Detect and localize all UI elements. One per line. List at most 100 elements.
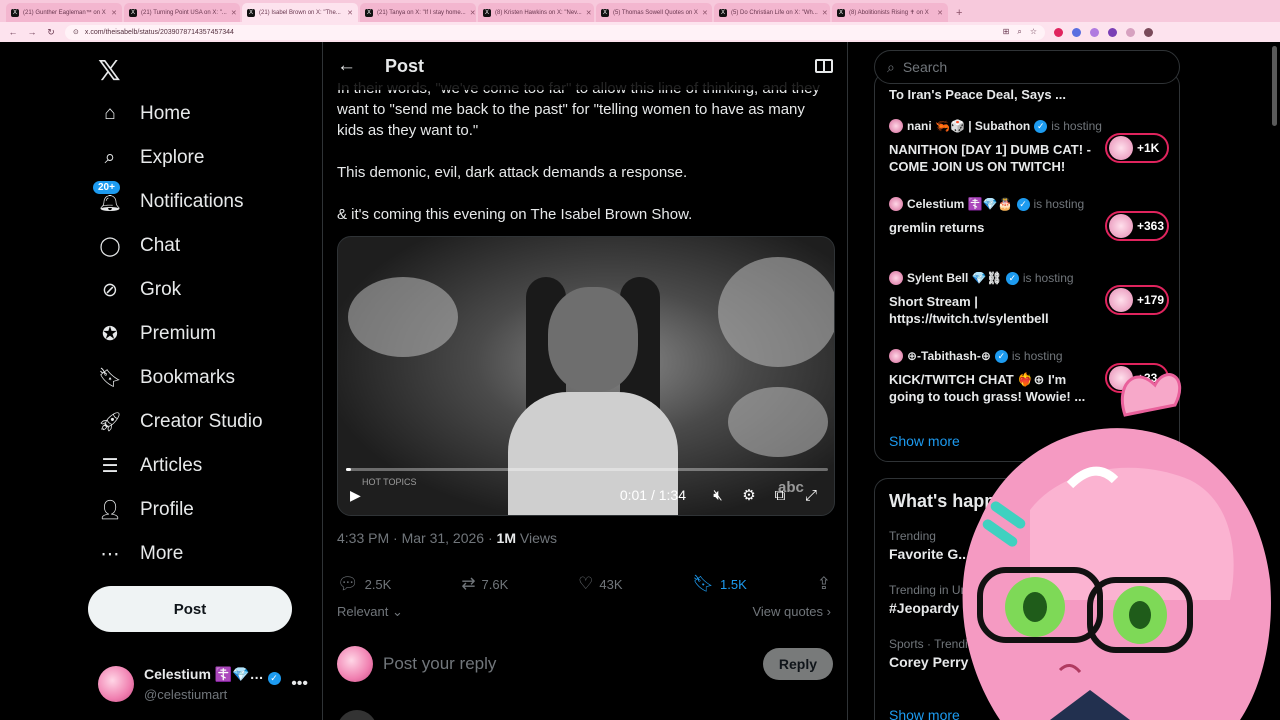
nav-item-bookmarks[interactable]: 🔖︎ Bookmarks	[98, 358, 235, 398]
repost-button[interactable]: ⇄ 7.6K	[461, 574, 508, 594]
play-icon[interactable]: ▶	[350, 487, 361, 504]
extension-icon[interactable]	[1072, 27, 1081, 37]
live-host-item[interactable]: Sylent Bell 💎⛓ ✓ is hosting Short Stream | …	[889, 271, 1169, 327]
x-logo-icon[interactable]: 𝕏	[98, 54, 121, 87]
close-tab-icon[interactable]: ✕	[470, 9, 476, 17]
install-icon[interactable]: ⊞	[1003, 27, 1010, 37]
reload-icon[interactable]: ↻	[46, 27, 56, 38]
reply-submit-button[interactable]: Reply	[762, 648, 833, 680]
close-tab-icon[interactable]: ✕	[822, 9, 828, 17]
extension-icon[interactable]	[1054, 27, 1063, 37]
listener-count-pill[interactable]: +363	[1105, 211, 1169, 241]
avatar	[1109, 136, 1133, 160]
x-favicon-icon: X	[365, 8, 373, 17]
browser-tab[interactable]: X (21) Gunther Eagleman™ on X ✕	[6, 3, 122, 22]
browser-tab[interactable]: X (5) Thomas Sowell Quotes on X ✕	[596, 3, 712, 22]
reply-button[interactable]: 💬︎ 2.5K	[337, 574, 391, 594]
search-input[interactable]: ⌕ Search	[874, 50, 1180, 84]
nav-item-more[interactable]: ⋯ More	[98, 534, 184, 574]
close-tab-icon[interactable]: ✕	[586, 9, 592, 17]
host-name: Sylent Bell 💎⛓	[907, 271, 1002, 285]
nav-item-explore[interactable]: ⌕ Explore	[98, 138, 205, 178]
browser-tab[interactable]: X (21) Turning Point USA on X: "... ✕	[124, 3, 240, 22]
extension-icon[interactable]	[1126, 27, 1135, 37]
extension-icon[interactable]	[1108, 27, 1117, 37]
search-placeholder: Search	[902, 59, 948, 75]
hosting-status: is hosting	[1051, 119, 1102, 133]
close-tab-icon[interactable]: ✕	[231, 9, 237, 17]
page-scrollbar[interactable]	[1272, 46, 1277, 126]
listener-count-pill[interactable]: +1K	[1105, 133, 1169, 163]
browser-toolbar: ← → ↻ ⊙ x.com/theisabelb/status/20390787…	[0, 22, 1280, 42]
verified-badge-icon: ✓	[1005, 271, 1019, 285]
browser-tab[interactable]: X (5) Do Christian Life on X: "Wh... ✕	[714, 3, 830, 22]
nav-item-label: Profile	[140, 499, 194, 520]
share-button[interactable]: ⇪	[817, 574, 831, 594]
like-button[interactable]: ♡ 43K	[578, 574, 622, 594]
reply-input[interactable]: Post your reply	[383, 654, 496, 674]
reader-mode-icon[interactable]	[815, 59, 833, 73]
reply-sort-row: Relevant ⌄ View quotes ›	[337, 604, 831, 620]
nav-item-label: Grok	[140, 279, 182, 300]
x-favicon-icon: X	[11, 8, 19, 17]
partial-headline[interactable]: To Iran's Peace Deal, Says ...	[889, 87, 1066, 102]
nav-item-chat[interactable]: ◯ Chat	[98, 226, 180, 266]
account-name: Celestium ☦️💎…	[144, 666, 264, 682]
post-button[interactable]: Post	[88, 586, 292, 632]
nav-item-home[interactable]: ⌂ Home	[98, 94, 190, 134]
account-switcher[interactable]: Celestium ☦️💎… ✓ @celestiumart •••	[98, 662, 308, 706]
zoom-icon[interactable]: ⌕	[1017, 27, 1021, 37]
nav-item-profile[interactable]: 👤︎ Profile	[98, 490, 194, 530]
nav-item-label: Notifications	[140, 191, 244, 212]
nav-item-articles[interactable]: ☰ Articles	[98, 446, 202, 486]
video-player[interactable]: HOT TOPICS abc ▶ 0:01 / 1:34 🔇︎ ⚙ ⧉ ⤢	[337, 236, 835, 516]
hosting-status: is hosting	[1022, 271, 1074, 285]
nav-item-label: Explore	[140, 147, 205, 168]
browser-tab[interactable]: X (8) Abolitionists Rising ✝ on X ✕	[832, 3, 948, 22]
close-tab-icon[interactable]: ✕	[347, 9, 353, 17]
nav-item-notifications[interactable]: 🔔︎ 20+ Notifications	[92, 180, 244, 222]
sort-dropdown[interactable]: Relevant ⌄	[337, 604, 403, 620]
close-tab-icon[interactable]: ✕	[937, 9, 943, 17]
site-info-icon[interactable]: ⊙	[73, 28, 79, 36]
extension-icon[interactable]	[1090, 27, 1099, 37]
back-arrow-icon[interactable]: ←	[337, 55, 367, 77]
back-nav-icon[interactable]: ←	[8, 27, 18, 37]
avatar	[889, 119, 903, 133]
fullscreen-icon[interactable]: ⤢	[800, 487, 822, 504]
post-timestamp[interactable]: 4:33 PM · Mar 31, 2026 ·	[337, 530, 497, 546]
nav-item-creator-studio[interactable]: 🚀︎ Creator Studio	[98, 402, 263, 442]
browser-tab[interactable]: X (21) Tanya on X: "If I stay home... ✕	[360, 3, 476, 22]
next-reply-avatar[interactable]	[337, 710, 377, 720]
new-tab-button[interactable]: +	[950, 7, 968, 22]
live-host-item[interactable]: nani 🦐🎲 | Subathon ✓ is hosting NANITHON [D…	[889, 119, 1169, 175]
avatar	[889, 197, 903, 211]
close-tab-icon[interactable]: ✕	[702, 9, 708, 17]
browser-tab[interactable]: X (8) Kristen Hawkins on X: "Nev... ✕	[478, 3, 594, 22]
extensions-row	[1054, 27, 1153, 37]
person-icon: 👤︎	[97, 500, 123, 521]
close-tab-icon[interactable]: ✕	[111, 9, 117, 17]
bookmark-button[interactable]: 🔖︎ 1.5K	[692, 574, 746, 594]
listener-count-pill[interactable]: +179	[1105, 285, 1169, 315]
video-progress-bar[interactable]	[346, 468, 828, 471]
more-circle-icon: ⋯	[100, 543, 120, 565]
browser-tab[interactable]: X (21) Isabel Brown on X: "The... ✕	[242, 3, 358, 22]
live-title: gremlin returns	[889, 220, 985, 235]
forward-nav-icon[interactable]: →	[27, 27, 37, 37]
nav-item-label: Bookmarks	[140, 367, 236, 388]
pip-icon[interactable]: ⧉	[769, 487, 791, 504]
nav-item-premium[interactable]: ✪ Premium	[98, 314, 216, 354]
nav-item-label: Chat	[140, 235, 181, 256]
mute-icon[interactable]: 🔇︎	[707, 487, 729, 504]
bookmark-filled-icon: 🔖︎	[692, 574, 715, 593]
nav-item-grok[interactable]: ⊘ Grok	[98, 270, 181, 310]
view-quotes-link[interactable]: View quotes ›	[752, 604, 831, 620]
star-icon[interactable]: ☆	[1030, 27, 1037, 37]
address-bar[interactable]: ⊙ x.com/theisabelb/status/20390787143574…	[65, 24, 1045, 40]
live-host-item[interactable]: Celestium ☦️💎🎂 ✓ is hosting gremlin returns…	[889, 197, 1169, 241]
profile-avatar-icon[interactable]	[1144, 27, 1153, 37]
more-dots-icon[interactable]: •••	[291, 675, 308, 693]
avatar	[889, 271, 903, 285]
settings-gear-icon[interactable]: ⚙	[738, 486, 760, 504]
